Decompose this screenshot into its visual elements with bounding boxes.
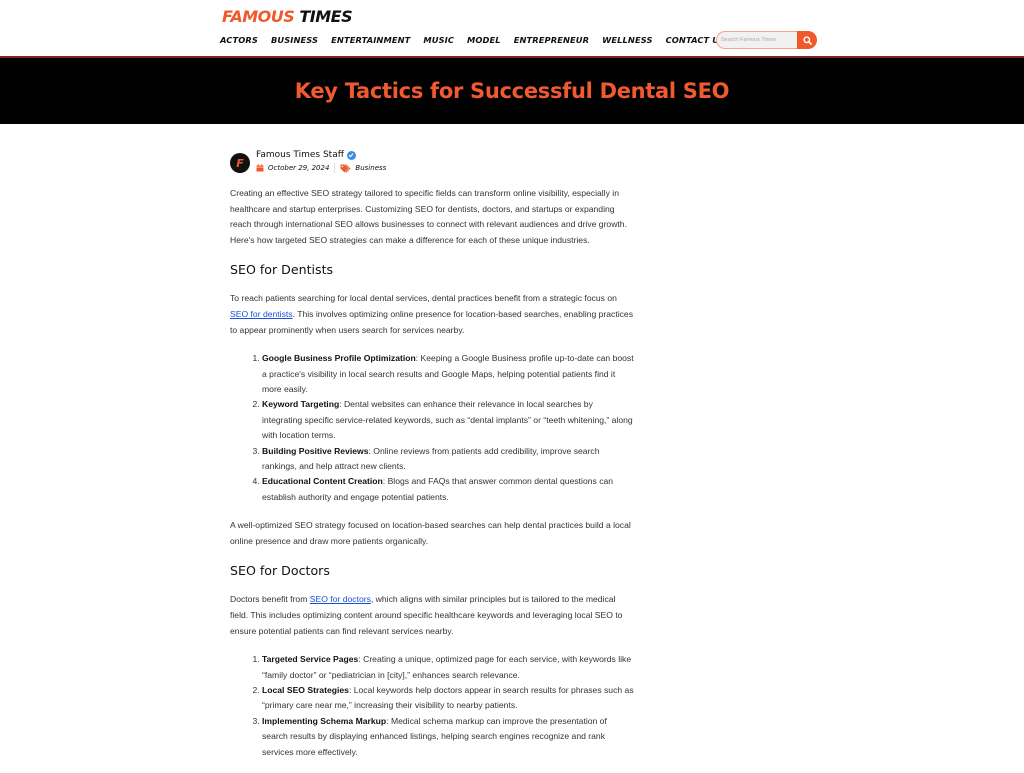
dentist-tactics-list: Google Business Profile Optimization: Ke…	[262, 351, 635, 505]
nav-entertainment[interactable]: ENTERTAINMENT	[331, 35, 410, 45]
intro-paragraph: Creating an effective SEO strategy tailo…	[230, 188, 627, 245]
logo-times: TIMES	[299, 7, 353, 26]
byline: F Famous Times Staff October 29, 2024 Bu…	[230, 150, 635, 186]
search-icon	[802, 35, 812, 45]
article-title: Key Tactics for Successful Dental SEO	[294, 79, 730, 103]
list-item: Local SEO Strategies: Local keywords hel…	[262, 683, 635, 714]
section-heading-dentists: SEO for Dentists	[230, 262, 334, 278]
hero-banner: Key Tactics for Successful Dental SEO	[0, 58, 1024, 124]
dentists-closing-paragraph: A well-optimized SEO strategy focused on…	[230, 520, 631, 546]
nav-entrepreneur[interactable]: ENTREPRENEUR	[514, 35, 589, 45]
section-paragraph: Doctors benefit from SEO for doctors, wh…	[230, 594, 623, 636]
nav-actors[interactable]: ACTORS	[220, 35, 258, 45]
search-button[interactable]	[797, 31, 817, 49]
seo-for-doctors-link[interactable]: SEO for doctors	[310, 594, 371, 604]
meta-divider	[334, 163, 336, 173]
nav-business[interactable]: BUSINESS	[271, 35, 318, 45]
tag-icon	[340, 163, 351, 173]
logo-famous: FAMOUS	[222, 7, 295, 26]
list-item: Implementing Schema Markup: Medical sche…	[262, 714, 635, 760]
publish-date: October 29, 2024	[268, 164, 330, 172]
category-link[interactable]: Business	[355, 164, 386, 172]
seo-for-dentists-link[interactable]: SEO for dentists	[230, 309, 293, 319]
nav-wellness[interactable]: WELLNESS	[602, 35, 652, 45]
list-item: Targeted Service Pages: Creating a uniqu…	[262, 652, 635, 683]
list-item: Educational Content Creation: Blogs and …	[262, 474, 635, 505]
search-input[interactable]	[716, 31, 797, 49]
search-form	[716, 31, 817, 49]
article: F Famous Times Staff October 29, 2024 Bu…	[230, 150, 635, 773]
doctor-tactics-list: Targeted Service Pages: Creating a uniqu…	[262, 652, 635, 760]
site-header: FAMOUS TIMES ACTORS BUSINESS ENTERTAINME…	[0, 0, 1024, 58]
list-item: Google Business Profile Optimization: Ke…	[262, 351, 635, 397]
main-nav: ACTORS BUSINESS ENTERTAINMENT MUSIC MODE…	[220, 35, 738, 45]
section-heading-doctors: SEO for Doctors	[230, 563, 330, 579]
nav-model[interactable]: MODEL	[467, 35, 501, 45]
author-avatar[interactable]: F	[230, 153, 250, 173]
nav-music[interactable]: MUSIC	[423, 35, 454, 45]
site-logo[interactable]: FAMOUS TIMES	[222, 7, 353, 26]
list-item: Keyword Targeting: Dental websites can e…	[262, 397, 635, 443]
calendar-icon	[256, 164, 264, 172]
author-name[interactable]: Famous Times Staff	[256, 150, 344, 160]
section-paragraph: To reach patients searching for local de…	[230, 293, 634, 335]
list-item: Building Positive Reviews: Online review…	[262, 444, 635, 475]
verified-check-icon	[346, 150, 356, 160]
